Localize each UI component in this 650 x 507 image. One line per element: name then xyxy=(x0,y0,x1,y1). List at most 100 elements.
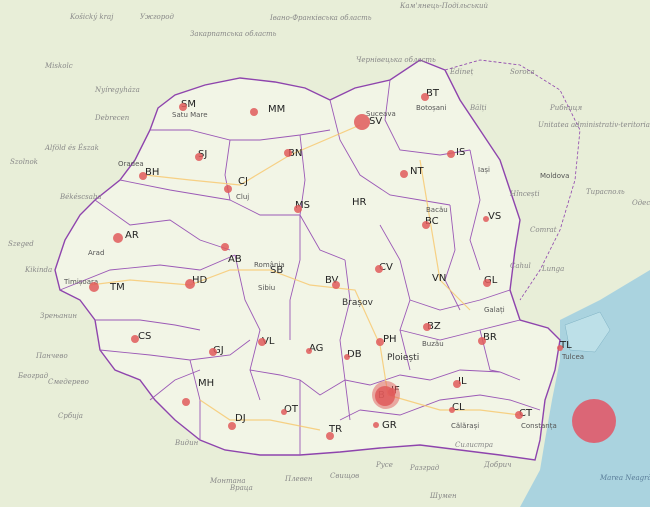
marker-mh[interactable] xyxy=(182,398,190,406)
neighbor-label: Bălți xyxy=(469,104,487,112)
marker-ot[interactable] xyxy=(281,409,287,415)
marker-il[interactable] xyxy=(453,380,461,388)
marker-tl[interactable] xyxy=(557,345,563,351)
marker-tm[interactable] xyxy=(89,282,99,292)
neighbor-label: Добрич xyxy=(483,461,512,469)
city-label: Cluj xyxy=(236,193,249,201)
city-label: Galați xyxy=(484,306,505,315)
neighbor-label: Nyíregyháza xyxy=(94,86,140,94)
neighbor-label: Kikinda xyxy=(24,266,52,274)
neighbor-label: Русе xyxy=(375,461,393,469)
marker-cv[interactable] xyxy=(375,265,383,273)
neighbor-label: Cahul xyxy=(510,262,531,270)
marker-offshore[interactable] xyxy=(572,399,616,443)
marker-sj[interactable] xyxy=(195,153,203,161)
county-label-mh: MH xyxy=(198,378,214,389)
neighbor-label: Košický kraj xyxy=(69,13,114,21)
county-label-mm: MM xyxy=(268,104,285,115)
marker-vs[interactable] xyxy=(483,216,489,222)
city-label: Brașov xyxy=(342,298,374,308)
neighbor-label: Шумен xyxy=(429,492,457,500)
city-label: Botoșani xyxy=(416,104,446,112)
marker-ct[interactable] xyxy=(515,411,523,419)
marker-dj[interactable] xyxy=(228,422,236,430)
marker-is[interactable] xyxy=(447,150,455,158)
neighbor-label: Плевен xyxy=(284,475,313,483)
marker-ag[interactable] xyxy=(306,348,312,354)
marker-cs[interactable] xyxy=(131,335,139,343)
neighbor-label: Одеса xyxy=(632,199,650,207)
marker-sv[interactable] xyxy=(354,114,370,130)
city-label: Moldova xyxy=(540,172,569,180)
marker-hd[interactable] xyxy=(185,279,195,289)
marker-bc[interactable] xyxy=(422,221,430,229)
neighbor-label: Зрењанин xyxy=(40,312,77,320)
city-label: România xyxy=(254,261,285,269)
neighbor-label: Edineț xyxy=(449,68,473,76)
marker-gl[interactable] xyxy=(483,279,491,287)
neighbor-label: Разград xyxy=(409,464,440,472)
marker-gj[interactable] xyxy=(209,348,217,356)
county-label-vn: VN xyxy=(432,273,446,284)
marker-tr[interactable] xyxy=(326,432,334,440)
marker-bn[interactable] xyxy=(284,149,292,157)
marker-cj[interactable] xyxy=(224,185,232,193)
marker-mm[interactable] xyxy=(250,108,258,116)
city-label: Suceava xyxy=(366,110,396,118)
marker-ms[interactable] xyxy=(294,205,302,213)
neighbor-label: Alföld és Észak xyxy=(44,143,99,152)
county-label-gr: GR xyxy=(382,420,397,431)
county-label-hr: HR xyxy=(352,197,367,208)
marker-gr[interactable] xyxy=(373,422,379,428)
neighbor-label: Lunga xyxy=(541,265,564,273)
neighbor-label: Видин xyxy=(174,439,199,447)
county-label-ab: AB xyxy=(228,254,242,265)
county-label-bh: BH xyxy=(145,167,159,178)
marker-ar[interactable] xyxy=(113,233,123,243)
neighbor-label: Miskolc xyxy=(44,62,73,70)
marker-bucharest-cluster[interactable] xyxy=(372,381,400,409)
marker-bt[interactable] xyxy=(421,93,429,101)
neighbor-label: Србија xyxy=(58,412,83,420)
marker-bz[interactable] xyxy=(423,323,431,331)
marker-cl[interactable] xyxy=(449,407,455,413)
neighbor-label: Békéscsaba xyxy=(59,193,102,201)
map-canvas[interactable]: SM MM BT SV BH SJ BN IS CJ NT MS HR VS AR BC AB SB BV CV VN… xyxy=(0,0,650,507)
neighbor-label: Панчево xyxy=(35,352,68,360)
city-label: Sibiu xyxy=(258,284,275,292)
neighbor-label: Ужгород xyxy=(140,13,174,21)
sea-label: Marea Neagră xyxy=(599,474,650,482)
city-label: Satu Mare xyxy=(172,111,208,119)
marker-nt[interactable] xyxy=(400,170,408,178)
county-label-dj: DJ xyxy=(235,413,246,424)
marker-db[interactable] xyxy=(344,354,350,360)
neighbor-label: Свищов xyxy=(330,472,359,480)
neighbor-label: Кам'янець-Подільський xyxy=(399,2,488,10)
marker-ph[interactable] xyxy=(376,338,384,346)
city-label: Constanța xyxy=(521,422,557,431)
county-label-ph: PH xyxy=(383,334,397,345)
neighbor-label: Szolnok xyxy=(10,158,38,166)
city-label: Oradea xyxy=(118,160,144,168)
city-label: Călărași xyxy=(451,422,479,430)
city-label: Arad xyxy=(88,249,104,257)
marker-bh[interactable] xyxy=(139,172,147,180)
neighbor-label: Івано-Франківська область xyxy=(269,14,372,22)
marker-bv[interactable] xyxy=(332,281,340,289)
marker-sm[interactable] xyxy=(179,103,187,111)
county-label-nt: NT xyxy=(410,166,424,177)
county-label-cj: CJ xyxy=(238,176,248,187)
county-label-is: IS xyxy=(456,147,465,158)
neighbor-label: Закарпатська область xyxy=(190,30,277,38)
neighbor-label: Hîncești xyxy=(509,190,540,198)
marker-ab[interactable] xyxy=(221,243,229,251)
marker-br[interactable] xyxy=(478,337,486,345)
marker-vl[interactable] xyxy=(258,338,266,346)
map-svg[interactable]: SM MMBTSVBHSJ BN ISCJNTMS HRVSARBCABSBBVCVVN… xyxy=(0,0,650,507)
neighbor-label: Szeged xyxy=(8,240,34,248)
county-label-vs: VS xyxy=(488,211,501,222)
neighbor-label: Тирасполь xyxy=(586,188,625,196)
neighbor-label: Враца xyxy=(229,484,253,492)
neighbor-label: Смедерево xyxy=(48,378,89,386)
neighbor-label: Debrecen xyxy=(94,114,130,122)
